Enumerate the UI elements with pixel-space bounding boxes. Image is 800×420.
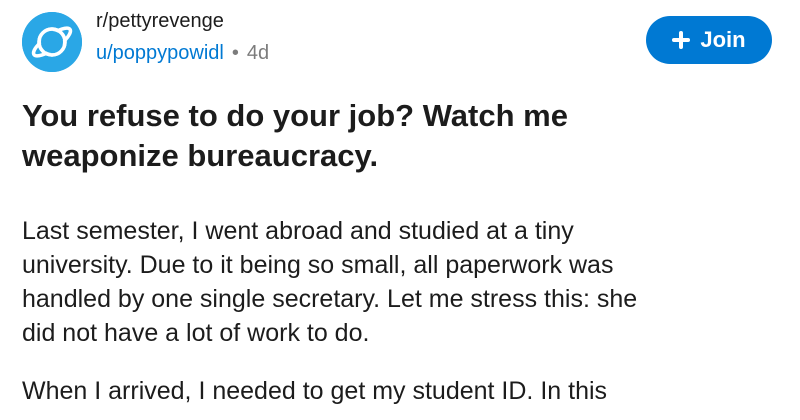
join-button-label: Join [700,27,746,52]
byline: u/poppypowidl • 4d [96,40,269,66]
reddit-post: r/pettyrevenge u/poppypowidl • 4d Join Y… [0,0,800,420]
post-body: Last semester, I went abroad and studied… [22,214,782,420]
plus-icon [672,31,691,49]
author-link[interactable]: u/poppypowidl [96,40,224,66]
post-title-line: You refuse to do your job? Watch me [22,98,568,133]
post-title-line: weaponize bureaucracy. [22,138,379,173]
post-header: r/pettyrevenge u/poppypowidl • 4d Join [22,8,782,74]
post-age: 4d [246,42,270,64]
subreddit-avatar[interactable] [22,12,82,72]
byline-separator: • [231,42,239,64]
subreddit-link[interactable]: r/pettyrevenge [96,8,269,34]
body-line: When I arrived, I needed to get my stude… [22,377,608,405]
post-meta: r/pettyrevenge u/poppypowidl • 4d [96,8,269,66]
body-line: handled by one single secretary. Let me … [22,285,638,313]
body-line: did not have a lot of work to do. [22,319,370,347]
post-body-paragraph: When I arrived, I needed to get my stude… [22,374,782,408]
post-body-paragraph: Last semester, I went abroad and studied… [22,214,782,350]
subreddit-planet-icon [22,12,82,72]
join-button[interactable]: Join [646,16,772,64]
body-line: Last semester, I went abroad and studied… [22,217,574,245]
body-line: university. Due to it being so small, al… [22,251,614,279]
post-title[interactable]: You refuse to do your job? Watch me weap… [22,96,742,176]
